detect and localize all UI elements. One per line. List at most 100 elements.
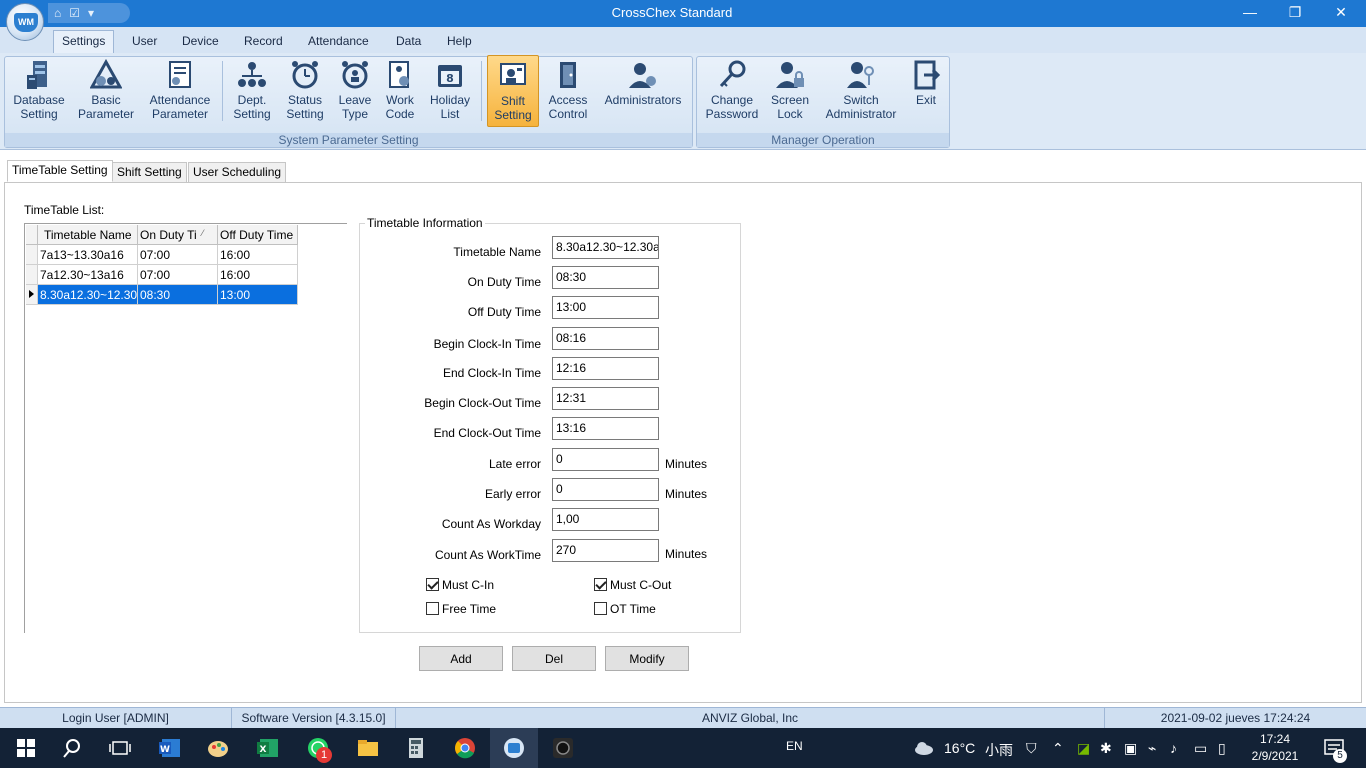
tray-nvidia-icon[interactable]: ◪ bbox=[1077, 740, 1090, 757]
count-as-workday-input[interactable]: 1,00 bbox=[552, 508, 659, 531]
off-duty-time-input[interactable]: 13:00 bbox=[552, 296, 659, 319]
key-icon bbox=[719, 60, 746, 88]
status-setting-button[interactable]: Status Setting bbox=[282, 55, 328, 127]
late-error-unit: Minutes bbox=[665, 457, 708, 471]
access-control-button[interactable]: Access Control bbox=[544, 55, 592, 127]
restore-button[interactable]: ❐ bbox=[1272, 0, 1318, 27]
change-password-button[interactable]: Change Password bbox=[704, 55, 760, 127]
tray-up-arrow-icon[interactable]: ⌃ bbox=[1052, 740, 1064, 757]
count-as-workday-label: Count As Workday bbox=[441, 517, 541, 531]
tray-devices-icon[interactable]: ▭ bbox=[1194, 740, 1207, 757]
tray-display-icon[interactable]: ▣ bbox=[1124, 740, 1137, 757]
menu-user[interactable]: User bbox=[124, 31, 165, 53]
end-clock-in-input[interactable]: 12:16 bbox=[552, 357, 659, 380]
timetable-information-legend: Timetable Information bbox=[365, 216, 485, 230]
group-label: System Parameter Setting bbox=[5, 133, 692, 147]
taskbar-date[interactable]: 2/9/2021 bbox=[1246, 749, 1304, 763]
input-language[interactable]: EN bbox=[786, 739, 803, 753]
weather-temperature[interactable]: 16°C bbox=[944, 740, 975, 756]
late-error-input[interactable]: 0 bbox=[552, 448, 659, 471]
add-button[interactable]: Add bbox=[419, 646, 503, 671]
chrome-icon[interactable] bbox=[453, 736, 477, 760]
timetable-name-input[interactable]: 8.30a12.30~12.30a1 bbox=[552, 236, 659, 259]
menu-device[interactable]: Device bbox=[174, 31, 227, 53]
on-duty-time-label: On Duty Time bbox=[467, 275, 541, 289]
on-duty-time-input[interactable]: 08:30 bbox=[552, 266, 659, 289]
close-button[interactable]: ✕ bbox=[1318, 0, 1364, 27]
login-user-status: Login User [ADMIN] bbox=[0, 708, 232, 728]
tray-security-icon[interactable]: ✱ bbox=[1100, 740, 1112, 757]
task-view-icon[interactable] bbox=[108, 736, 132, 760]
free-time-checkbox[interactable] bbox=[426, 602, 439, 615]
tab-user-scheduling[interactable]: User Scheduling bbox=[188, 162, 287, 183]
excel-icon[interactable]: X bbox=[256, 736, 280, 760]
screen-lock-button[interactable]: Screen Lock bbox=[766, 55, 814, 127]
taskbar-time[interactable]: 17:24 bbox=[1248, 732, 1302, 746]
menu-help[interactable]: Help bbox=[439, 31, 480, 53]
column-header-off-duty[interactable]: Off Duty Time bbox=[218, 225, 298, 245]
begin-clock-in-input[interactable]: 08:16 bbox=[552, 327, 659, 350]
early-error-input[interactable]: 0 bbox=[552, 478, 659, 501]
app-logo[interactable]: WM bbox=[6, 3, 44, 41]
administrators-button[interactable]: Administrators bbox=[600, 55, 686, 127]
timetable-name-label: Timetable Name bbox=[453, 245, 541, 259]
holiday-list-button[interactable]: 8 Holiday List bbox=[426, 55, 474, 127]
dept-setting-button[interactable]: Dept. Setting bbox=[228, 55, 276, 127]
must-cout-label: Must C-Out bbox=[610, 578, 672, 592]
database-server-icon bbox=[27, 61, 47, 89]
tray-volume-icon[interactable]: ♪ bbox=[1170, 740, 1177, 756]
word-icon[interactable]: W bbox=[158, 736, 182, 760]
file-explorer-icon[interactable] bbox=[356, 736, 380, 760]
camera-icon[interactable] bbox=[551, 736, 575, 760]
table-row[interactable]: 7a12.30~13a16 07:00 16:00 bbox=[26, 265, 298, 285]
tray-shield-icon[interactable]: ⛉ bbox=[1026, 740, 1037, 757]
count-as-worktime-unit: Minutes bbox=[665, 547, 708, 561]
tab-timetable-setting[interactable]: TimeTable Setting bbox=[7, 160, 113, 182]
leave-type-button[interactable]: Leave Type bbox=[334, 55, 376, 127]
begin-clock-out-input[interactable]: 12:31 bbox=[552, 387, 659, 410]
minimize-button[interactable]: — bbox=[1227, 0, 1273, 27]
tab-shift-setting[interactable]: Shift Setting bbox=[112, 162, 187, 183]
table-row-selected[interactable]: 8.30a12.30~12.30a 08:30 13:00 bbox=[26, 285, 298, 305]
datetime-status: 2021-09-02 jueves 17:24:24 bbox=[1160, 711, 1311, 725]
ot-time-checkbox[interactable] bbox=[594, 602, 607, 615]
crosschex-taskbar-icon[interactable] bbox=[502, 736, 526, 760]
switch-administrator-button[interactable]: Switch Administrator bbox=[820, 55, 902, 127]
work-code-button[interactable]: Work Code bbox=[380, 55, 420, 127]
must-cout-checkbox[interactable] bbox=[594, 578, 607, 591]
shift-setting-button[interactable]: Shift Setting bbox=[487, 55, 539, 127]
modify-button[interactable]: Modify bbox=[605, 646, 689, 671]
column-header-name[interactable]: Timetable Name bbox=[38, 225, 138, 245]
paint-icon[interactable] bbox=[206, 736, 230, 760]
menu-attendance[interactable]: Attendance bbox=[300, 31, 377, 53]
svg-text:8: 8 bbox=[446, 72, 454, 85]
cell-name: 7a12.30~13a16 bbox=[38, 265, 138, 285]
title-bar: ⌂ ☑ ▾ CrossChex Standard — ❐ ✕ bbox=[0, 0, 1366, 27]
cell-name: 8.30a12.30~12.30a bbox=[38, 285, 138, 305]
attendance-parameter-button[interactable]: Attendance Parameter bbox=[144, 55, 216, 127]
count-as-worktime-input[interactable]: 270 bbox=[552, 539, 659, 562]
exit-button[interactable]: Exit bbox=[906, 55, 946, 127]
weather-cloud-icon[interactable] bbox=[912, 736, 936, 760]
must-cin-checkbox[interactable] bbox=[426, 578, 439, 591]
search-icon[interactable] bbox=[60, 736, 84, 760]
table-row[interactable]: 7a13~13.30a16 07:00 16:00 bbox=[26, 245, 298, 265]
tray-network-icon[interactable]: ⌁ bbox=[1148, 740, 1156, 757]
column-header-on-duty[interactable]: On Duty Ti bbox=[138, 225, 218, 245]
status-bar: Login User [ADMIN] Software Version [4.3… bbox=[0, 707, 1366, 728]
delete-button[interactable]: Del bbox=[512, 646, 596, 671]
database-setting-button[interactable]: Database Setting bbox=[10, 55, 68, 127]
calculator-icon[interactable] bbox=[404, 736, 428, 760]
weather-description[interactable]: 小雨 bbox=[985, 740, 1013, 760]
basic-parameter-button[interactable]: Basic Parameter bbox=[76, 55, 136, 127]
menu-data[interactable]: Data bbox=[388, 31, 429, 53]
end-clock-out-input[interactable]: 13:16 bbox=[552, 417, 659, 440]
menu-record[interactable]: Record bbox=[236, 31, 291, 53]
free-time-label: Free Time bbox=[442, 602, 497, 616]
alarm-clock-icon bbox=[292, 61, 318, 89]
current-row-arrow-icon bbox=[29, 290, 34, 298]
grid-header: Timetable Name On Duty Ti Off Duty Time … bbox=[26, 225, 298, 245]
tray-battery-icon[interactable]: ▯ bbox=[1218, 740, 1226, 757]
windows-start-icon[interactable] bbox=[14, 736, 38, 760]
menu-settings[interactable]: Settings bbox=[53, 30, 115, 53]
